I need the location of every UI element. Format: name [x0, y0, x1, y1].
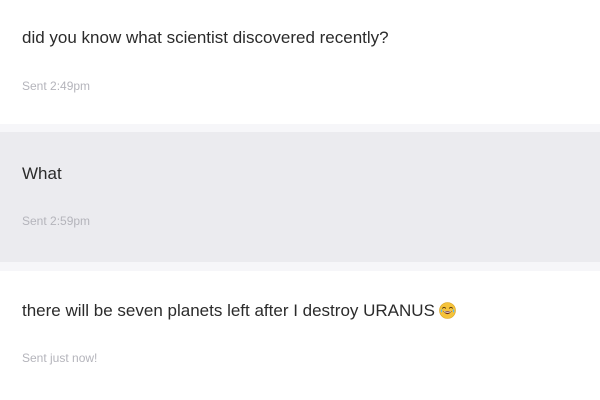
message-text: did you know what scientist discovered r… — [22, 28, 389, 47]
message-thread: did you know what scientist discovered r… — [0, 0, 600, 400]
message-status: Sent 2:49pm — [22, 79, 91, 93]
message-status: Sent 2:59pm — [22, 214, 91, 228]
message-status: Sent just now! — [22, 351, 98, 365]
message-item-highlighted[interactable]: What Sent 2:59pm — [0, 132, 600, 262]
message-item[interactable]: there will be seven planets left after I… — [0, 271, 600, 400]
message-item[interactable]: did you know what scientist discovered r… — [0, 0, 600, 124]
message-text: What — [22, 164, 62, 183]
message-text: there will be seven planets left after I… — [22, 301, 435, 320]
message-divider — [0, 262, 600, 271]
message-divider — [0, 124, 600, 132]
laughing-tears-emoji-icon — [439, 302, 456, 319]
message-text-line: there will be seven planets left after I… — [22, 301, 456, 321]
